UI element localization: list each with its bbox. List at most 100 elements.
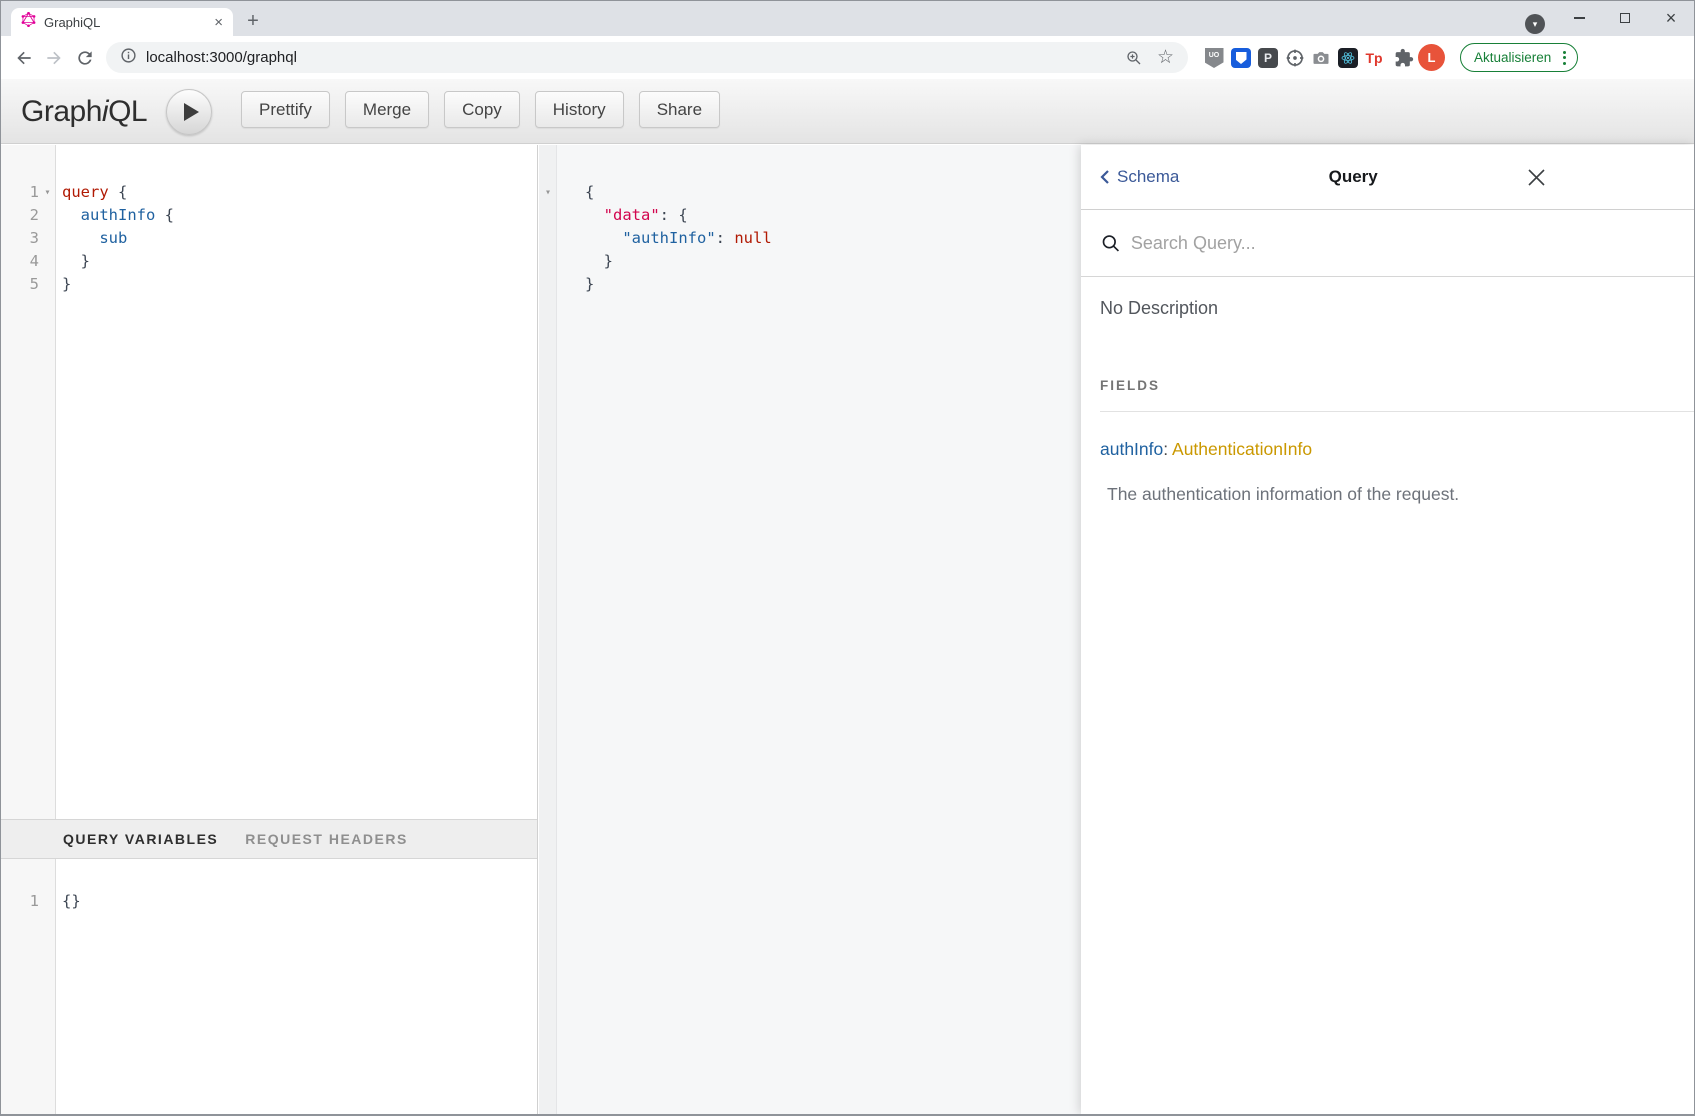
doc-field-list: authInfo: AuthenticationInfo The authenti… xyxy=(1100,439,1670,505)
tab-query-variables[interactable]: QUERY VARIABLES xyxy=(63,831,218,847)
variables-tab-bar: QUERY VARIABLES REQUEST HEADERS xyxy=(1,819,537,859)
doc-explorer: Schema Query No Description FIELDS authI… xyxy=(1081,145,1694,1114)
line-number: 1 xyxy=(1,181,39,204)
new-tab-button[interactable]: + xyxy=(241,9,265,33)
doc-explorer-title: Query xyxy=(1179,167,1527,187)
line-number: 2 xyxy=(1,204,39,227)
chrome-update-button[interactable]: Aktualisieren xyxy=(1460,43,1578,72)
close-icon xyxy=(1527,168,1546,187)
result-code-line: ▾{ xyxy=(539,181,1083,204)
query-variables-editor[interactable]: 1 {} xyxy=(1,859,537,1114)
doc-type-link[interactable]: AuthenticationInfo xyxy=(1172,439,1312,459)
doc-section-divider xyxy=(1100,411,1694,412)
fold-arrow-icon[interactable]: ▾ xyxy=(539,181,557,204)
play-icon xyxy=(184,103,199,121)
tab-close-icon[interactable]: × xyxy=(212,15,225,30)
fold-spacer xyxy=(39,250,56,273)
line-number: 4 xyxy=(1,250,39,273)
fold-spacer xyxy=(39,273,56,296)
fold-arrow-icon[interactable]: ▾ xyxy=(39,181,56,204)
fold-spacer xyxy=(539,204,557,227)
fold-spacer xyxy=(39,890,56,913)
code-text: } xyxy=(557,250,613,273)
doc-fields-section-label: FIELDS xyxy=(1100,378,1160,393)
graphiql-toolbar: GraphiQL Prettify Merge Copy History Share xyxy=(1,79,1694,144)
extension-camera-icon[interactable] xyxy=(1311,48,1331,68)
doc-close-button[interactable] xyxy=(1527,168,1546,187)
fold-spacer xyxy=(539,227,557,250)
graphiql-logo: GraphiQL xyxy=(21,79,147,144)
result-code-line: } xyxy=(539,250,1083,273)
query-code-line: 2 authInfo { xyxy=(1,204,537,227)
doc-field-entry: authInfo: AuthenticationInfo The authenti… xyxy=(1100,439,1670,505)
code-text: sub xyxy=(56,227,127,250)
query-code-line: 5} xyxy=(1,273,537,296)
bitwarden-shield-icon xyxy=(1231,48,1251,68)
code-text: {} xyxy=(56,890,81,913)
doc-search-bar xyxy=(1081,210,1694,277)
doc-field-name-link[interactable]: authInfo xyxy=(1100,439,1163,459)
bookmark-star-icon[interactable]: ☆ xyxy=(1157,48,1174,67)
doc-explorer-header: Schema Query xyxy=(1081,145,1694,210)
browser-tab[interactable]: GraphiQL × xyxy=(11,8,233,36)
window-close-button[interactable]: × xyxy=(1648,1,1694,35)
extension-bitwarden-icon[interactable] xyxy=(1231,48,1251,68)
browser-titlebar: GraphiQL × + ▾ × xyxy=(1,1,1694,36)
extension-p-icon[interactable]: P xyxy=(1258,48,1278,68)
extension-react-devtools-icon[interactable] xyxy=(1338,48,1358,68)
query-code-line: 4 } xyxy=(1,250,537,273)
line-number: 1 xyxy=(1,890,39,913)
minimize-icon xyxy=(1574,17,1585,18)
p-badge-icon: P xyxy=(1258,48,1278,68)
toolbar-button-history[interactable]: History xyxy=(535,91,624,128)
field-colon: : xyxy=(1163,439,1172,459)
doc-back-link[interactable]: Schema xyxy=(1099,167,1179,187)
fold-spacer xyxy=(539,250,557,273)
search-icon xyxy=(1101,233,1121,254)
code-text: } xyxy=(56,250,90,273)
reload-button[interactable] xyxy=(74,47,96,69)
window-maximize-button[interactable] xyxy=(1602,1,1648,35)
maximize-icon xyxy=(1620,13,1630,23)
execute-query-button[interactable] xyxy=(166,89,212,135)
query-editor-pane: 1▾query {2 authInfo {3 sub4 }5} QUERY VA… xyxy=(1,145,538,1114)
extension-ublock-icon[interactable]: UO xyxy=(1204,48,1224,68)
profile-avatar[interactable]: L xyxy=(1418,44,1445,71)
result-viewer[interactable]: ▾{ "data": { "authInfo": null }} xyxy=(539,145,1083,1114)
tab-request-headers[interactable]: REQUEST HEADERS xyxy=(245,831,408,847)
doc-field-description: The authentication information of the re… xyxy=(1107,484,1670,505)
update-button-label: Aktualisieren xyxy=(1474,50,1551,65)
url-text: localhost:3000/graphql xyxy=(146,49,1111,66)
toolbar-button-prettify[interactable]: Prettify xyxy=(241,91,330,128)
back-button[interactable] xyxy=(13,47,35,69)
chevron-down-icon: ▾ xyxy=(1533,20,1538,29)
query-code-line: 1▾query { xyxy=(1,181,537,204)
query-editor[interactable]: 1▾query {2 authInfo {3 sub4 }5} xyxy=(1,145,537,819)
window-minimize-button[interactable] xyxy=(1556,1,1602,35)
zoom-icon[interactable] xyxy=(1125,49,1143,67)
extensions-puzzle-icon[interactable] xyxy=(1394,48,1414,68)
extension-tp-icon[interactable]: Tp xyxy=(1364,48,1384,68)
query-code-line: 3 sub xyxy=(1,227,537,250)
extension-target-icon[interactable] xyxy=(1285,48,1305,68)
forward-button[interactable] xyxy=(43,47,65,69)
code-text: } xyxy=(557,273,594,296)
chevron-left-icon xyxy=(1099,169,1110,185)
browser-menu-kebab-icon[interactable] xyxy=(1561,49,1568,67)
address-bar[interactable]: localhost:3000/graphql ☆ xyxy=(106,42,1188,73)
toolbar-button-share[interactable]: Share xyxy=(639,91,720,128)
site-info-icon[interactable] xyxy=(120,47,137,69)
toolbar-button-group: Prettify Merge Copy History Share xyxy=(241,91,720,128)
react-atom-icon xyxy=(1338,48,1358,68)
tab-search-button[interactable]: ▾ xyxy=(1525,14,1545,34)
doc-search-input[interactable] xyxy=(1131,233,1674,254)
result-code-line: "authInfo": null xyxy=(539,227,1083,250)
code-text: } xyxy=(56,273,71,296)
toolbar-button-merge[interactable]: Merge xyxy=(345,91,429,128)
toolbar-button-copy[interactable]: Copy xyxy=(444,91,520,128)
fold-spacer xyxy=(39,204,56,227)
browser-toolbar: localhost:3000/graphql ☆ UO P Tp xyxy=(1,36,1694,79)
graphql-favicon-icon xyxy=(21,12,36,32)
doc-no-description: No Description xyxy=(1100,298,1218,319)
doc-back-label: Schema xyxy=(1117,167,1179,187)
